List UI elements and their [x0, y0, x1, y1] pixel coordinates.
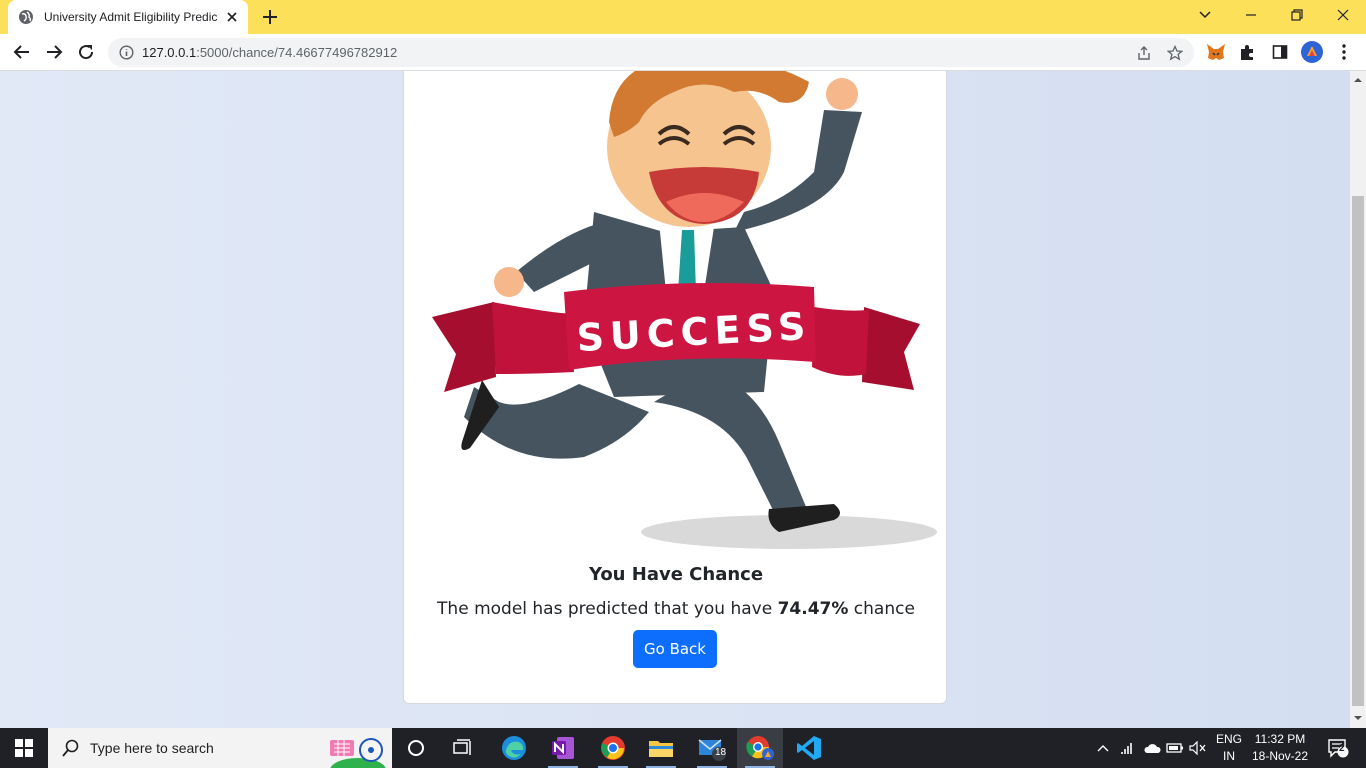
file-explorer-icon[interactable]: [638, 728, 684, 768]
reload-icon[interactable]: [75, 41, 97, 63]
tab-search-icon[interactable]: [1182, 0, 1228, 30]
close-window-icon[interactable]: [1320, 0, 1366, 30]
windows-taskbar: Type here to search 18 ENG IN 11:32 PM 1…: [0, 728, 1366, 768]
side-panel-icon[interactable]: [1269, 41, 1291, 63]
chance-value: 74.47%: [777, 599, 849, 619]
notification-center-icon[interactable]: 2: [1318, 728, 1358, 768]
browser-tab[interactable]: University Admit Eligibility Predic: [8, 0, 248, 34]
browser-tab-strip: University Admit Eligibility Predic: [0, 0, 1366, 34]
result-heading: You Have Chance: [588, 564, 764, 585]
search-placeholder: Type here to search: [90, 740, 214, 756]
taskbar-search-box[interactable]: Type here to search: [48, 728, 392, 768]
onedrive-icon[interactable]: [1141, 728, 1163, 768]
input-language-bottom[interactable]: IN: [1212, 749, 1246, 763]
show-hidden-icons-icon[interactable]: [1092, 728, 1114, 768]
cortana-icon[interactable]: [393, 728, 439, 768]
menu-kebab-icon[interactable]: [1333, 41, 1355, 63]
scroll-down-arrow-icon[interactable]: [1353, 713, 1363, 723]
network-icon[interactable]: [1117, 728, 1139, 768]
profile-avatar[interactable]: [1301, 41, 1323, 63]
globe-icon: [19, 10, 33, 24]
url-text: 127.0.0.1:5000/chance/74.46677496782912: [142, 45, 398, 60]
chrome-icon[interactable]: [590, 728, 636, 768]
address-bar[interactable]: 127.0.0.1:5000/chance/74.46677496782912: [108, 38, 1194, 67]
metamask-extension-icon[interactable]: [1205, 41, 1227, 63]
scroll-up-arrow-icon[interactable]: [1353, 75, 1363, 85]
mail-icon[interactable]: 18: [689, 728, 735, 768]
clock-time[interactable]: 11:32 PM: [1246, 732, 1314, 746]
edge-browser-icon[interactable]: [491, 728, 537, 768]
tab-title: University Admit Eligibility Predic: [44, 10, 218, 24]
restore-icon[interactable]: [1274, 0, 1320, 30]
result-card: SUCCESS You Have Chance The model has pr…: [403, 71, 947, 704]
clock-date[interactable]: 18-Nov-22: [1246, 749, 1314, 763]
vscode-icon[interactable]: [786, 728, 832, 768]
page-scrollbar[interactable]: [1350, 71, 1366, 728]
close-tab-icon[interactable]: [224, 9, 240, 25]
page-viewport: SUCCESS You Have Chance The model has pr…: [0, 71, 1350, 728]
scroll-thumb[interactable]: [1352, 196, 1364, 706]
result-message: The model has predicted that you have 74…: [437, 599, 915, 619]
info-icon[interactable]: [119, 45, 134, 60]
minimize-icon[interactable]: [1228, 0, 1274, 30]
browser-toolbar: 127.0.0.1:5000/chance/74.46677496782912: [0, 34, 1366, 71]
back-icon[interactable]: [11, 41, 33, 63]
success-illustration: SUCCESS: [432, 71, 937, 549]
extensions-puzzle-icon[interactable]: [1237, 41, 1259, 63]
share-icon[interactable]: [1136, 45, 1152, 61]
bookmark-star-icon[interactable]: [1167, 45, 1183, 61]
onenote-icon[interactable]: [540, 728, 586, 768]
volume-muted-icon[interactable]: [1187, 728, 1209, 768]
forward-icon[interactable]: [43, 41, 65, 63]
new-tab-icon[interactable]: [258, 6, 282, 28]
go-back-button[interactable]: Go Back: [633, 630, 717, 668]
battery-icon[interactable]: [1164, 728, 1186, 768]
chrome-active-window-icon[interactable]: [737, 728, 783, 768]
mail-badge: 18: [715, 747, 727, 758]
search-highlight-icon: [330, 738, 386, 768]
input-language-top[interactable]: ENG: [1212, 732, 1246, 746]
search-icon: [62, 739, 79, 757]
notification-count-badge: 2: [1339, 743, 1345, 754]
task-view-icon[interactable]: [440, 728, 486, 768]
windows-start-icon[interactable]: [0, 728, 48, 768]
